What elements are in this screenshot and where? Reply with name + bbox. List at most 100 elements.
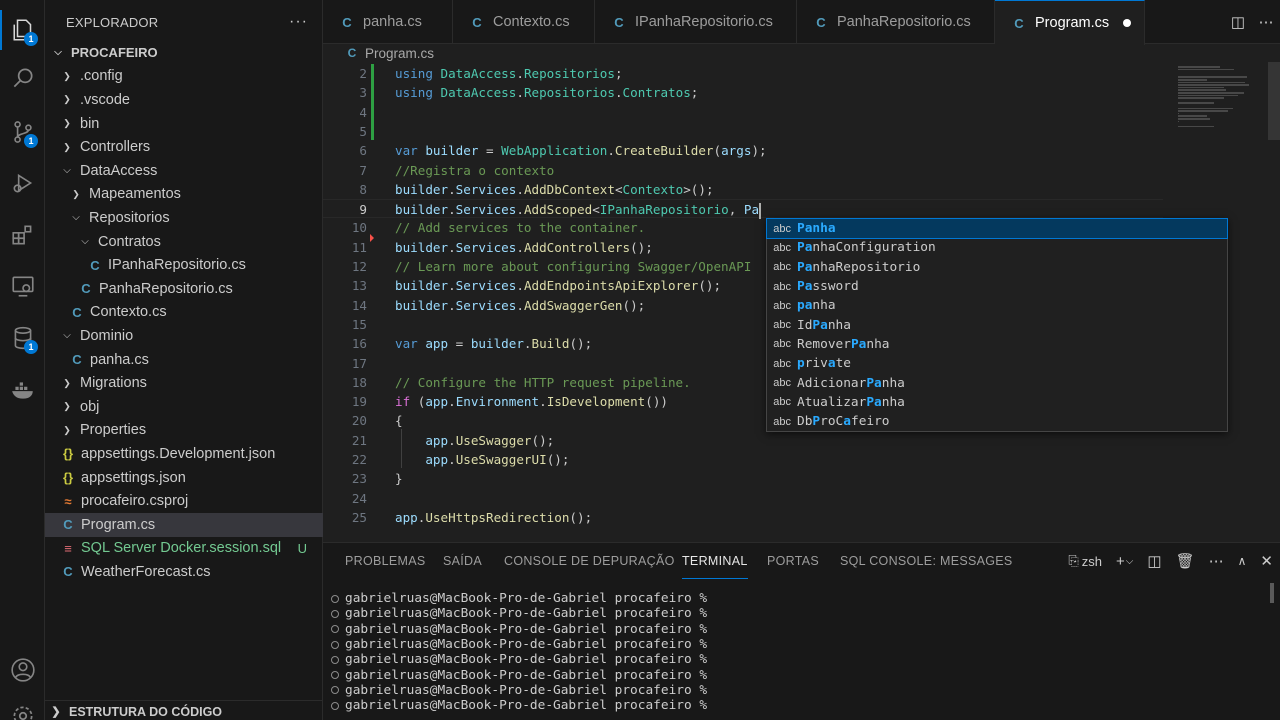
explorer-icon[interactable]: 1 (0, 10, 45, 50)
code-line[interactable]: 7 //Registra o contexto (323, 161, 1163, 180)
tree-folder[interactable]: ❯ obj (45, 395, 323, 419)
search-icon[interactable] (0, 58, 45, 98)
new-terminal-icon[interactable]: + (1116, 553, 1125, 570)
remote-explorer-icon[interactable] (0, 266, 45, 306)
tab-panharepositorio-cs[interactable]: C PanhaRepositorio.cs (797, 0, 995, 44)
tab-panha-cs[interactable]: C panha.cs (323, 0, 453, 44)
tree-folder[interactable]: ❯ Mapeamentos (45, 183, 323, 207)
tab-sql-console-messages[interactable]: SQL CONSOLE: MESSAGES (840, 543, 1013, 579)
tree-folder[interactable]: ❯ Migrations (45, 371, 323, 395)
breadcrumb[interactable]: C Program.cs (323, 44, 1280, 62)
tree-file[interactable]: ≡ SQL Server Docker.session.sql U (45, 537, 323, 561)
maximize-panel-icon[interactable]: ∧ (1238, 554, 1247, 568)
code-line[interactable]: 22 app.UseSwaggerUI(); (323, 450, 1163, 469)
code-line[interactable]: 23} (323, 469, 1163, 488)
line-number: 5 (359, 123, 367, 139)
code-line[interactable]: 6 var builder = WebApplication.CreateBuil… (323, 141, 1163, 160)
trash-icon[interactable]: 🗑 (1176, 552, 1195, 570)
suggestion-item[interactable]: abc Pa nhaConfiguration (767, 238, 1227, 257)
command-decoration-icon[interactable] (331, 686, 339, 695)
tree-file[interactable]: C PanhaRepositorio.cs (45, 277, 323, 301)
tree-file[interactable]: {} appsettings.json (45, 466, 323, 490)
tab-contexto-cs[interactable]: C Contexto.cs (453, 0, 595, 44)
close-panel-icon[interactable]: ✕ (1260, 552, 1273, 570)
tree-folder[interactable]: ❯ bin (45, 112, 323, 136)
tree-file[interactable]: Cpanha.cs (45, 348, 323, 372)
code-line[interactable]: 4 (323, 103, 1163, 122)
more-actions-icon[interactable]: ··· (289, 13, 308, 31)
tree-item-label: appsettings.json (81, 469, 186, 486)
command-decoration-icon[interactable] (331, 671, 339, 680)
suggestion-item[interactable]: abc pa nha (767, 296, 1227, 315)
tree-folder[interactable]: ⌵ Repositorios (45, 206, 323, 230)
outline-section-header[interactable]: ❯ ESTRUTURA DO CÓDIGO (45, 700, 323, 720)
command-decoration-icon[interactable] (331, 625, 339, 634)
code-line[interactable]: 5 (323, 122, 1163, 141)
tab-program-cs[interactable]: C Program.cs (995, 0, 1145, 45)
command-decoration-icon[interactable] (331, 594, 339, 603)
tab-ports[interactable]: PORTAS (767, 543, 819, 579)
extensions-icon[interactable] (0, 215, 45, 255)
tree-folder[interactable]: ⌵ DataAccess (45, 159, 323, 183)
tree-file[interactable]: C WeatherForecast.cs (45, 560, 323, 584)
suggestion-item[interactable]: abc Adicionar Pa nha (767, 373, 1227, 392)
unsaved-dot-icon[interactable] (1123, 19, 1132, 27)
command-decoration-icon[interactable] (331, 609, 339, 618)
chevron-down-icon[interactable]: ⌵ (1126, 556, 1134, 567)
database-icon[interactable]: 1 (0, 318, 45, 358)
accounts-icon[interactable] (0, 650, 45, 690)
tree-folder[interactable]: ❯ Controllers (45, 135, 323, 159)
more-actions-icon[interactable]: ⋯ (1209, 552, 1224, 570)
tree-folder[interactable]: ⌵ Contratos (45, 230, 323, 254)
tab-debug-console[interactable]: CONSOLE DE DEPURAÇÃO (504, 543, 675, 579)
tree-folder[interactable]: ❯ .vscode (45, 88, 323, 112)
split-terminal-icon[interactable]: ◫ (1147, 552, 1161, 570)
code-line[interactable]: 3 using DataAccess.Repositorios.Contratos… (323, 83, 1163, 102)
tab-ipanharepositorio-cs[interactable]: C IPanhaRepositorio.cs (595, 0, 797, 44)
code-line[interactable]: 9 builder.Services.AddScoped<IPanhaReposi… (323, 199, 1163, 219)
code-line[interactable]: 25 app.UseHttpsRedirection(); (323, 508, 1163, 527)
terminal[interactable]: gabrielruas@MacBook-Pro-de-Gabriel proca… (323, 591, 1280, 720)
tree-root-procafeiro[interactable]: ⌵ PROCAFEIRO (45, 41, 323, 65)
split-editor-icon[interactable]: ◫ (1224, 13, 1252, 31)
code-line[interactable]: 24 (323, 489, 1163, 508)
suggestion-item[interactable]: abc Pa nhaRepositorio (767, 258, 1227, 277)
sidebar-header: EXPLORADOR ··· (45, 0, 322, 44)
run-debug-icon[interactable] (0, 163, 45, 203)
suggestion-item[interactable]: abc Panha (766, 217, 1228, 240)
tree-file[interactable]: ≈ procafeiro.csproj (45, 489, 323, 513)
suggestion-item[interactable]: abc Remover Pa nha (767, 335, 1227, 354)
code-line[interactable]: 2 using DataAccess.Repositorios; (323, 64, 1163, 83)
tree-file[interactable]: C Contexto.cs (45, 301, 323, 325)
git-deleted-gutter[interactable] (370, 234, 374, 242)
command-decoration-icon[interactable] (331, 701, 339, 710)
tree-file[interactable]: C IPanhaRepositorio.cs (45, 253, 323, 277)
breadcrumb-file[interactable]: Program.cs (365, 46, 434, 61)
command-decoration-icon[interactable] (331, 640, 339, 649)
suggestion-item[interactable]: abc Pa ssword (767, 277, 1227, 296)
suggestion-widget[interactable]: abc Panha abc Pa nhaConfiguration abc Pa nhaRep… (766, 217, 1228, 432)
manage-gear-icon[interactable] (0, 696, 45, 720)
code-line[interactable]: 21 app.UseSwagger(); (323, 431, 1163, 450)
more-actions-icon[interactable]: ⋯ (1252, 13, 1280, 31)
git-added-gutter[interactable] (371, 64, 374, 140)
command-decoration-icon[interactable] (331, 655, 339, 664)
tree-file[interactable]: C Program.cs (45, 513, 323, 537)
tree-folder[interactable]: ❯ .config (45, 65, 323, 89)
tab-output[interactable]: SAÍDA (443, 543, 482, 579)
suggestion-item[interactable]: abc Atualizar Pa nha (767, 393, 1227, 412)
code-line[interactable]: 8 builder.Services.AddDbContext<Contexto>… (323, 180, 1163, 199)
tree-folder[interactable]: ❯ Properties (45, 419, 323, 443)
suggestion-item[interactable]: abc Db ProC a feiro (767, 412, 1227, 431)
minimap-slider[interactable] (1268, 62, 1280, 140)
docker-icon[interactable] (0, 370, 45, 410)
suggestion-item[interactable]: abc Id Pa nha (767, 316, 1227, 335)
source-control-icon[interactable]: 1 (0, 112, 45, 152)
tab-terminal[interactable]: TERMINAL (682, 543, 748, 579)
tree-folder[interactable]: ⌵ Dominio (45, 324, 323, 348)
tree-file[interactable]: {} appsettings.Development.json (45, 442, 323, 466)
suggestion-item[interactable]: abc p riv a te (767, 354, 1227, 373)
shell-name[interactable]: zsh (1082, 554, 1102, 569)
terminal-scrollbar[interactable] (1270, 583, 1274, 603)
tab-problems[interactable]: PROBLEMAS (345, 543, 426, 579)
